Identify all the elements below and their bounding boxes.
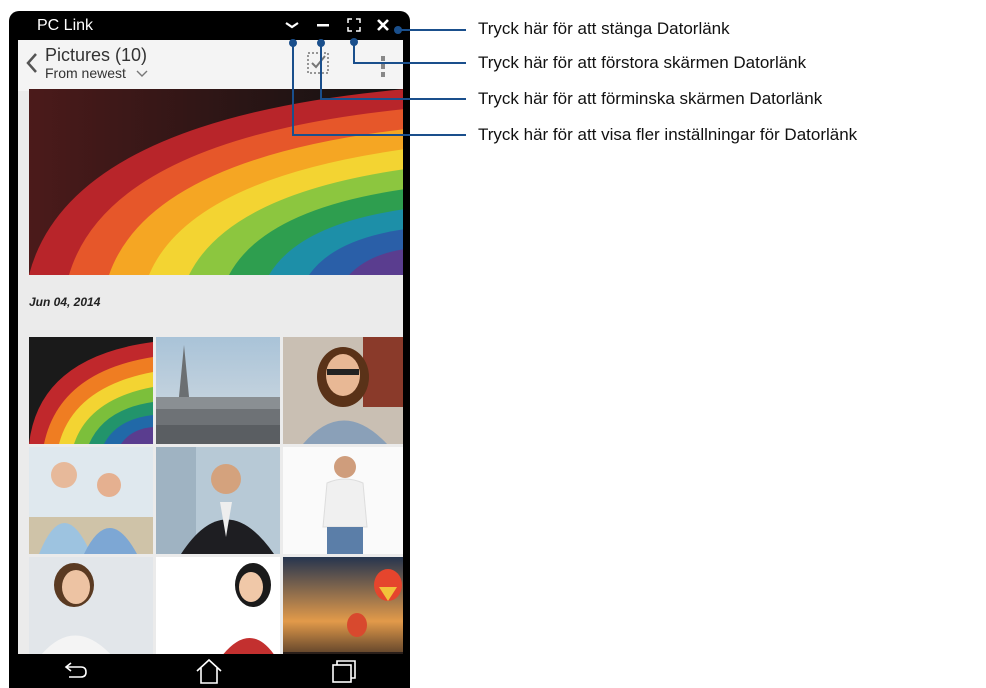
close-callout-dot (394, 26, 402, 34)
minimize-callout-dot (317, 39, 325, 47)
callout-minimize: Tryck här för att förminska skärmen Dato… (478, 89, 823, 108)
maximize-callout-dot (350, 38, 358, 46)
callout-maximize: Tryck här för att förstora skärmen Dator… (478, 53, 807, 72)
settings-callout-dot (289, 39, 297, 47)
callout-close: Tryck här för att stänga Datorlänk (478, 19, 730, 38)
callout-settings: Tryck här för att visa fler inställninga… (478, 125, 858, 144)
